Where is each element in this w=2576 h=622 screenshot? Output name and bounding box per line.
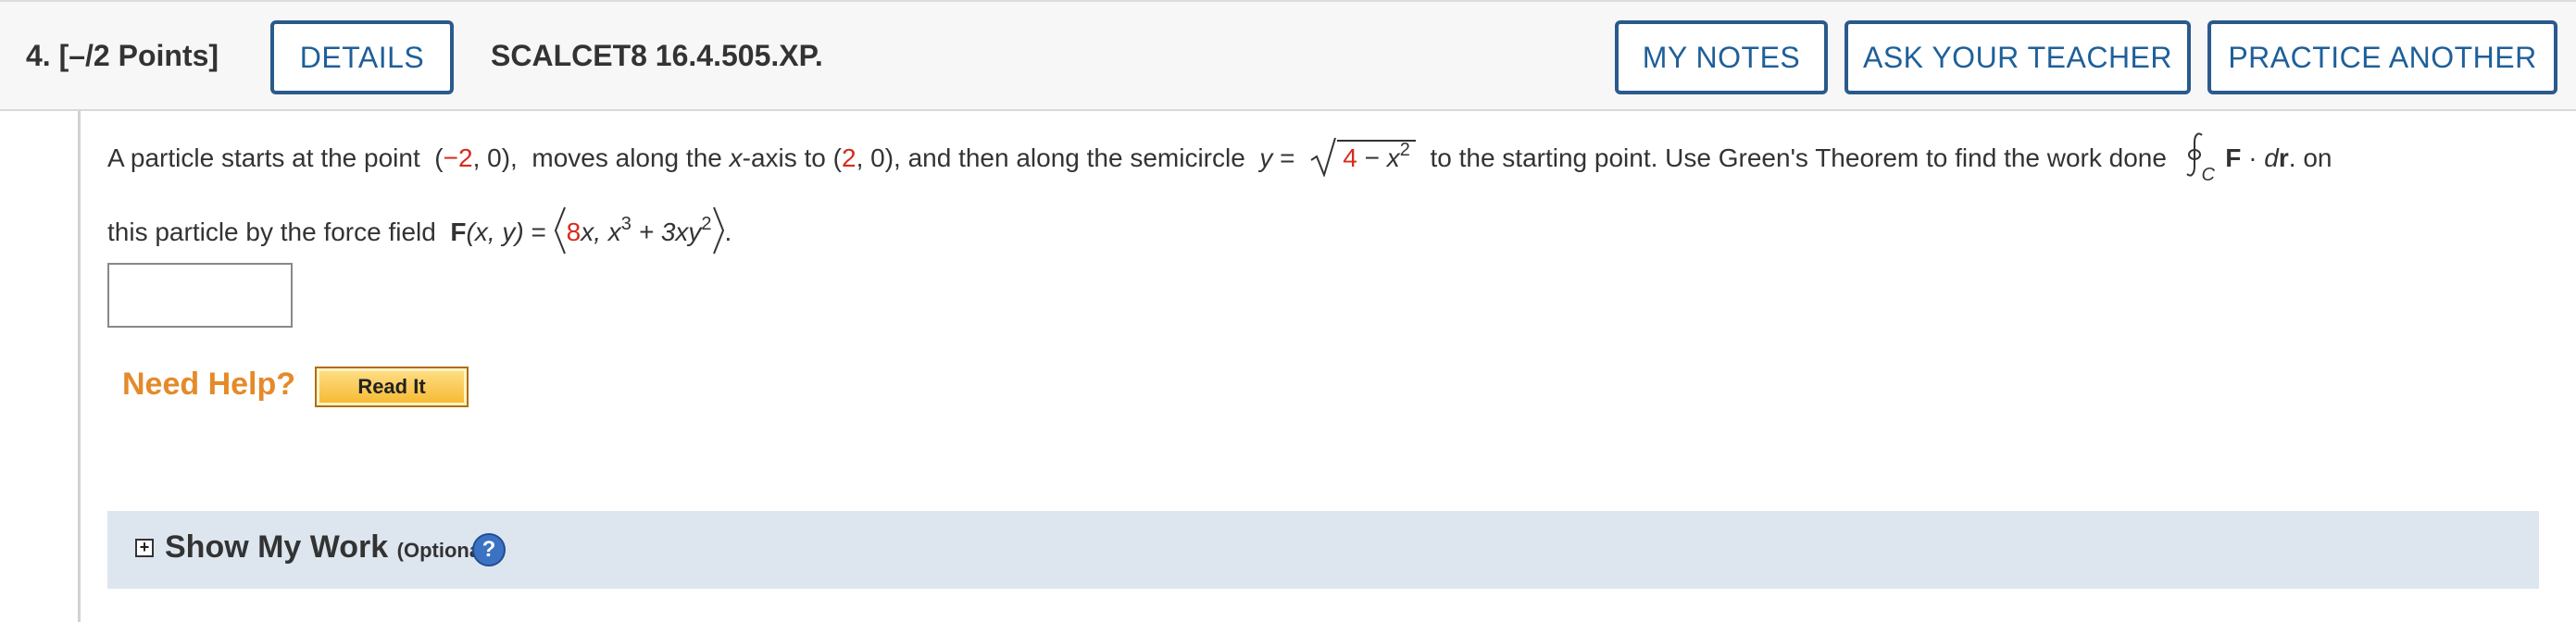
question-text-line-2: this particle by the force field F(x, y)… xyxy=(107,205,732,255)
question-id: SCALCET8 16.4.505.XP. xyxy=(491,39,823,72)
read-it-button[interactable]: Read It xyxy=(315,367,469,407)
question-text-line-1: A particle starts at the point (−2, 0), … xyxy=(107,132,2332,185)
need-help-label: Need Help? xyxy=(122,367,296,402)
practice-another-button[interactable]: PRACTICE ANOTHER xyxy=(2207,20,2557,94)
left-angle-bracket xyxy=(554,206,566,255)
sqrt-expression: 4 − x2 xyxy=(1309,137,1416,177)
show-my-work-bar[interactable]: + Show My Work (Optional) ? xyxy=(107,511,2539,589)
question-help-icon[interactable]: ? xyxy=(472,533,506,566)
question-number-points: 4. [–/2 Points] xyxy=(26,39,219,73)
answer-input[interactable] xyxy=(107,263,293,328)
question-points: [–/2 Points] xyxy=(58,39,219,72)
line-integral-symbol: C xyxy=(2182,132,2219,185)
question-number: 4. xyxy=(26,39,51,72)
details-button[interactable]: DETAILS xyxy=(270,20,454,94)
expand-plus-icon[interactable]: + xyxy=(135,539,154,557)
right-angle-bracket xyxy=(712,206,724,255)
radical-sign xyxy=(1310,137,1337,177)
ask-your-teacher-button[interactable]: ASK YOUR TEACHER xyxy=(1844,20,2191,94)
my-notes-button[interactable]: MY NOTES xyxy=(1615,20,1828,94)
question-left-rule xyxy=(78,111,81,622)
question-header: 4. [–/2 Points] DETAILS SCALCET8 16.4.50… xyxy=(0,0,2576,111)
show-my-work-title[interactable]: Show My Work (Optional) xyxy=(165,529,494,566)
